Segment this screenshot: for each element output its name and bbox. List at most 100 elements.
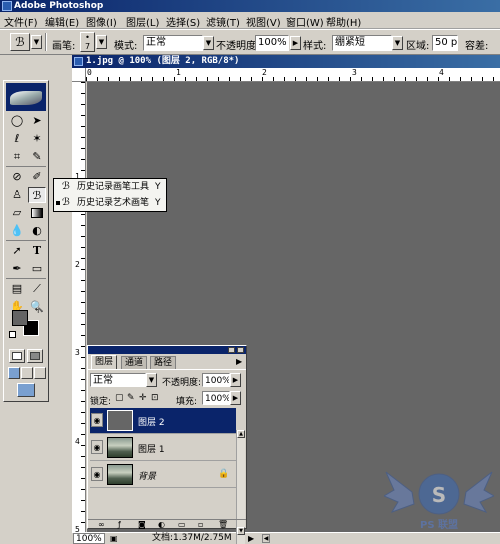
tool-preset-dropdown[interactable]: ▼ (31, 35, 42, 49)
brush-dropdown[interactable]: ▼ (96, 35, 107, 49)
watermark-right-wing-icon (463, 471, 494, 513)
toolbox: ◯ ➤ ℓ ✶ ⌗ ✎ ⊘ ✐ ♙ ℬ ▱ 💧 ◐ ➚ T ✒ ▭ ▤ ⟋ ✋ … (3, 80, 49, 402)
link-layers-icon[interactable]: ∞ (98, 520, 105, 529)
history-brush-icon[interactable]: ℬ (28, 187, 46, 203)
layer-mask-icon[interactable]: ◙ (138, 520, 146, 529)
tab-channels[interactable]: 通道 (121, 356, 148, 369)
status-arrow-icon[interactable]: ▶ (248, 533, 254, 544)
fill-label: 填充: (176, 397, 198, 407)
dodge-icon[interactable]: ◐ (28, 223, 46, 239)
magic-wand-icon[interactable]: ✶ (28, 131, 46, 147)
new-layer-icon[interactable]: ▫ (198, 520, 203, 529)
close-icon[interactable] (237, 347, 244, 353)
menu-edit[interactable]: 编辑(E) (45, 14, 79, 29)
eyedropper-icon[interactable]: ⟋ (28, 281, 46, 297)
layer-style-icon[interactable]: ƒ (118, 520, 121, 529)
jump-to-imageready-icon[interactable] (17, 383, 35, 397)
brush-size: 7 (84, 42, 91, 51)
mode-select[interactable]: 正常 (143, 35, 203, 51)
lock-all-icon[interactable]: ⊡ (151, 393, 159, 403)
crop-icon[interactable]: ⌗ (8, 149, 26, 165)
brush-icon[interactable]: ✐ (28, 169, 46, 185)
ruler-origin[interactable] (72, 68, 86, 82)
blend-mode-select[interactable]: 正常 (90, 373, 146, 387)
layer-opacity-input[interactable]: 100% (202, 373, 230, 387)
slice-icon[interactable]: ✎ (28, 149, 46, 165)
opacity-input[interactable]: 100% (255, 35, 289, 51)
shape-icon[interactable]: ▭ (28, 261, 46, 277)
new-group-icon[interactable]: ▭ (178, 520, 186, 529)
scroll-left-icon[interactable]: ◀ (262, 534, 270, 543)
layer-opacity-slider-button[interactable]: ▶ (230, 373, 241, 387)
fill-slider-button[interactable]: ▶ (230, 391, 241, 405)
blur-icon[interactable]: 💧 (8, 223, 26, 239)
area-input[interactable]: 50 px (432, 35, 458, 51)
scroll-up-icon[interactable]: ▲ (237, 430, 245, 438)
selected-bullet-icon (56, 201, 60, 205)
document-status-bar: 100% ▣ 文档:1.37M/2.75M ▶ ◀ (72, 532, 500, 544)
minimize-icon[interactable] (228, 347, 235, 353)
opacity-slider-button[interactable]: ▶ (290, 36, 301, 50)
lasso-icon[interactable]: ℓ (8, 131, 26, 147)
move-icon[interactable]: ➤ (28, 113, 46, 129)
vertical-ruler[interactable]: 1 2 3 4 5 (72, 82, 86, 534)
gradient-icon[interactable] (28, 205, 46, 221)
layers-panel-titlebar[interactable] (88, 346, 246, 354)
trash-icon[interactable]: 🗑 (218, 520, 228, 529)
swap-colors-icon[interactable]: ↰ (34, 307, 40, 315)
zoom-input[interactable]: 100% (73, 533, 105, 544)
pen-icon[interactable]: ✒ (8, 261, 26, 277)
blend-mode-dropdown[interactable]: ▼ (146, 373, 157, 387)
document-title-bar[interactable]: 1.jpg @ 100% (图层 2, RGB/8*) (72, 55, 500, 68)
ruler-h-label: 3 (352, 68, 357, 77)
style-select[interactable]: 绷紧短 (332, 35, 392, 51)
healing-brush-icon[interactable]: ⊘ (8, 169, 26, 185)
tab-paths[interactable]: 路径 (150, 356, 177, 369)
panel-menu-icon[interactable]: ▶ (236, 357, 242, 366)
separator (45, 33, 47, 51)
tab-layers[interactable]: 图层 (91, 355, 118, 369)
style-dropdown[interactable]: ▼ (392, 36, 403, 50)
horizontal-ruler[interactable]: 0 1 2 3 4 (86, 68, 500, 82)
lock-image-icon[interactable]: ✎ (127, 393, 135, 403)
mode-dropdown[interactable]: ▼ (203, 36, 214, 50)
menu-file[interactable]: 文件(F) (4, 14, 38, 29)
status-menu-icon[interactable]: ▣ (110, 533, 118, 544)
tool-preset-picker[interactable]: ℬ (10, 33, 30, 51)
fill-input[interactable]: 100% (202, 391, 230, 405)
layer-row-background[interactable]: ◉ 背景 🔒 (90, 462, 236, 488)
menu-layer[interactable]: 图层(L) (126, 14, 159, 29)
flyout-item-history-brush[interactable]: ℬ 历史记录画笔工具 Y (55, 180, 165, 195)
screen-mode-standard-icon[interactable] (8, 367, 20, 379)
layer-row-layer2[interactable]: ◉ 图层 2 (90, 408, 236, 434)
foreground-color-swatch[interactable] (12, 310, 28, 326)
menu-image[interactable]: 图像(I) (86, 14, 117, 29)
visibility-eye-icon[interactable]: ◉ (91, 467, 103, 481)
type-icon[interactable]: T (28, 243, 46, 259)
flyout-item-art-history-brush[interactable]: ℬ 历史记录艺术画笔 Y (55, 196, 165, 211)
quick-mask-button[interactable] (27, 349, 43, 363)
eraser-icon[interactable]: ▱ (8, 205, 26, 221)
standard-mode-button[interactable] (9, 349, 25, 363)
adjustment-layer-icon[interactable]: ◐ (158, 520, 165, 529)
stamp-icon[interactable]: ♙ (8, 187, 26, 203)
lock-transparent-icon[interactable]: ▢ (115, 393, 124, 403)
screen-mode-menubar-icon[interactable] (21, 367, 33, 379)
marquee-icon[interactable]: ◯ (8, 113, 26, 129)
default-colors-icon[interactable] (9, 331, 16, 338)
menu-filter[interactable]: 滤镜(T) (206, 14, 240, 29)
menu-window[interactable]: 窗口(W) (286, 14, 324, 29)
visibility-eye-icon[interactable]: ◉ (91, 413, 103, 427)
lock-position-icon[interactable]: ✛ (139, 393, 147, 403)
path-select-icon[interactable]: ➚ (8, 243, 26, 259)
brush-picker[interactable]: • 7 (80, 32, 95, 52)
screen-mode-full-icon[interactable] (34, 367, 46, 379)
notes-icon[interactable]: ▤ (8, 281, 26, 297)
toolbox-header[interactable] (6, 83, 46, 111)
menu-select[interactable]: 选择(S) (166, 14, 200, 29)
menu-view[interactable]: 视图(V) (246, 14, 281, 29)
flyout-item-label: 历史记录艺术画笔 (77, 198, 150, 208)
menu-help[interactable]: 帮助(H) (326, 14, 361, 29)
layer-row-layer1[interactable]: ◉ 图层 1 (90, 435, 236, 461)
visibility-eye-icon[interactable]: ◉ (91, 440, 103, 454)
